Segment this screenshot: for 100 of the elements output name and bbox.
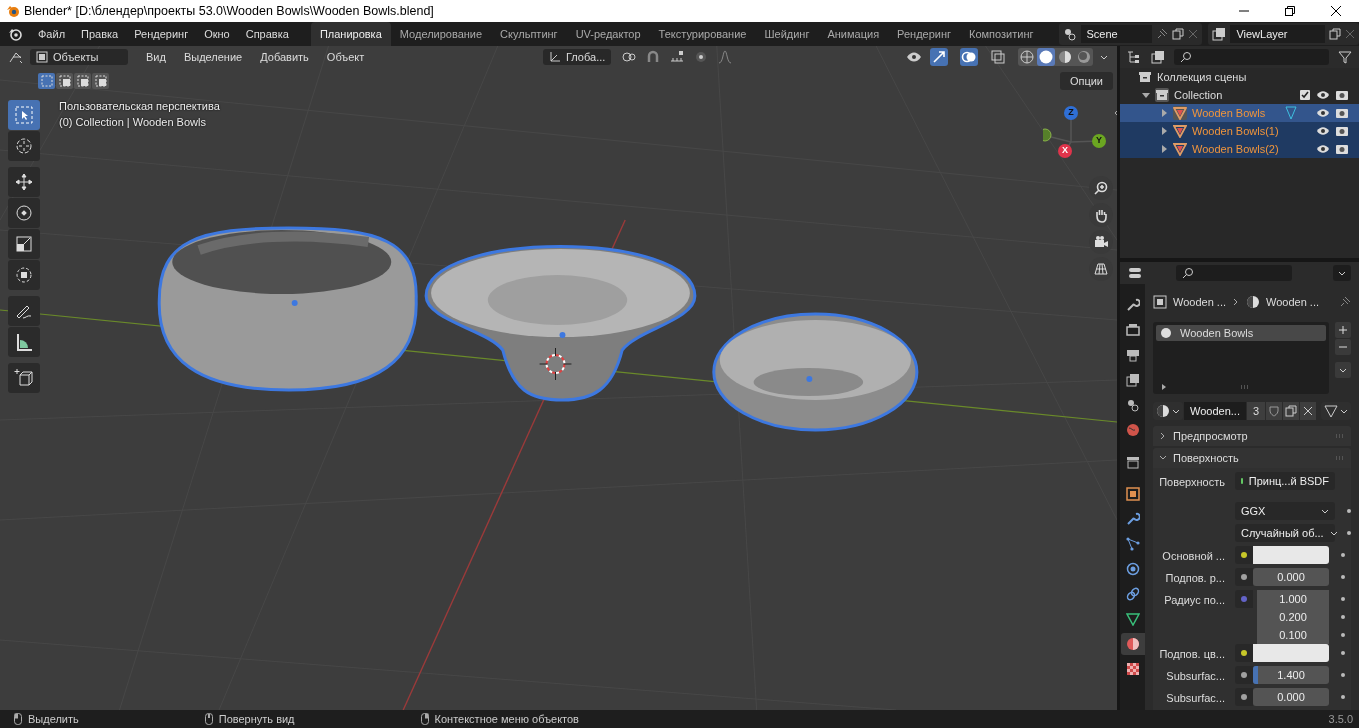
select-mode-button[interactable] (92, 73, 109, 89)
keyframe-dot[interactable] (1341, 695, 1345, 699)
eye-icon[interactable] (1316, 88, 1330, 102)
keyframe-dot[interactable] (1341, 615, 1345, 619)
workspace-tab[interactable]: Моделирование (390, 22, 492, 46)
expand-arrow-icon[interactable] (1142, 91, 1150, 99)
pin-icon[interactable] (1339, 296, 1351, 308)
select-mode-button[interactable] (74, 73, 91, 89)
slot-menu-button[interactable] (1335, 362, 1351, 378)
duplicate-icon[interactable] (1172, 28, 1185, 40)
menu-item[interactable]: Окно (196, 28, 238, 40)
falloff-icon[interactable] (717, 49, 734, 65)
eye-icon[interactable] (1316, 142, 1330, 156)
filter-icon[interactable] (1337, 49, 1353, 65)
editor-type-icon[interactable] (1126, 49, 1142, 65)
panel-header[interactable]: Поверхность (1153, 448, 1351, 468)
duplicate-button[interactable] (1283, 402, 1300, 420)
shader-field[interactable]: Принц...й BSDF (1235, 472, 1335, 490)
add-slot-button[interactable] (1335, 322, 1351, 338)
tool-button[interactable] (8, 198, 40, 228)
overlay-toggle-icon[interactable] (960, 48, 978, 66)
scene-icon[interactable] (1062, 27, 1077, 41)
outliner-label[interactable]: Коллекция сцены (1157, 71, 1247, 83)
workspace-tab[interactable]: Рендеринг (888, 22, 961, 46)
pin-icon[interactable] (1156, 28, 1169, 40)
eye-icon[interactable] (1316, 124, 1330, 138)
view-layer-field[interactable]: ViewLayer (1230, 25, 1325, 43)
close-icon[interactable] (1188, 29, 1199, 39)
keyframe-dot[interactable] (1341, 633, 1345, 637)
workspace-tab[interactable]: Планировка (310, 22, 391, 46)
keyframe-dot[interactable] (1341, 597, 1345, 601)
rendered-shading-icon[interactable] (1075, 48, 1093, 66)
material-browse-button[interactable] (1153, 402, 1183, 420)
material-slot[interactable]: Wooden Bowls (1156, 325, 1326, 341)
keyframe-dot[interactable] (1341, 575, 1345, 579)
expand-arrow-icon[interactable] (1160, 109, 1168, 117)
viewport-scene[interactable] (0, 46, 1117, 710)
material-name-field[interactable]: Wooden... (1184, 402, 1246, 420)
menu-item[interactable]: Правка (73, 28, 127, 40)
duplicate-icon[interactable] (1329, 28, 1341, 40)
color-swatch[interactable] (1253, 546, 1329, 564)
menu-item[interactable]: Рендеринг (126, 28, 197, 40)
workspace-tab[interactable]: UV-редактор (566, 22, 650, 46)
tool-button[interactable] (8, 167, 40, 197)
outliner-label[interactable]: Collection (1174, 89, 1223, 101)
number-field[interactable]: 0.000 (1253, 688, 1329, 706)
color-swatch[interactable] (1253, 644, 1329, 662)
dropdown-field[interactable]: Случайный об... (1235, 524, 1335, 542)
search-field[interactable] (1176, 265, 1292, 281)
scene-field[interactable]: Scene (1080, 25, 1153, 43)
wireframe-shading-icon[interactable] (1018, 48, 1036, 66)
bowl-drawing[interactable] (157, 226, 418, 392)
user-count[interactable]: 3 (1247, 402, 1266, 420)
selected-row[interactable]: Wooden Bowls(2) (1120, 140, 1359, 158)
number-field[interactable]: 0.100 (1257, 626, 1329, 644)
workspace-tab[interactable]: Скульптинг (491, 22, 567, 46)
keyframe-dot[interactable] (1341, 553, 1345, 557)
menu-item[interactable]: Файл (30, 28, 74, 40)
display-mode-icon[interactable] (1150, 49, 1166, 65)
outliner-label[interactable]: Wooden Bowls(1) (1192, 125, 1279, 137)
tool-button[interactable] (8, 260, 40, 290)
outliner-label[interactable]: Wooden Bowls(2) (1192, 143, 1279, 155)
number-field[interactable]: 1.000 (1257, 590, 1329, 608)
fake-user-button[interactable] (1266, 402, 1283, 420)
unlink-button[interactable] (1300, 402, 1317, 420)
viewport-menu[interactable]: Вид (140, 51, 172, 63)
layers-icon[interactable] (1212, 27, 1227, 41)
blender-logo-icon[interactable] (8, 27, 22, 41)
workspace-tab[interactable]: Шейдинг (755, 22, 819, 46)
slider-field[interactable]: 1.400 (1253, 666, 1329, 684)
dropdown-field[interactable]: GGX (1235, 502, 1335, 520)
number-field[interactable]: 0.200 (1257, 608, 1329, 626)
keyframe-dot[interactable] (1347, 509, 1351, 513)
material-shading-icon[interactable] (1056, 48, 1074, 66)
node-link-button[interactable] (1321, 402, 1351, 420)
select-mode-button[interactable] (56, 73, 73, 89)
bowl-drawing[interactable] (712, 312, 919, 432)
workspace-tab[interactable]: Текстурирование (649, 22, 756, 46)
camera-icon[interactable] (1335, 88, 1349, 102)
eye-icon[interactable] (1316, 106, 1330, 120)
number-field[interactable]: 0.000 (1253, 568, 1329, 586)
navigation-gizmo[interactable]: Z Y X (1043, 102, 1113, 162)
workspace-tab[interactable]: Анимация (818, 22, 889, 46)
panel-header[interactable]: Предпросмотр (1153, 426, 1351, 446)
keyframe-dot[interactable] (1347, 531, 1351, 535)
solid-shading-icon[interactable] (1037, 48, 1055, 66)
close-icon[interactable] (1345, 29, 1355, 39)
expand-arrow-icon[interactable] (1160, 127, 1168, 135)
checkbox-icon[interactable] (1299, 89, 1311, 101)
remove-slot-button[interactable] (1335, 339, 1351, 355)
camera-icon[interactable] (1335, 106, 1349, 120)
dropdown-button[interactable] (1333, 265, 1351, 281)
camera-icon[interactable] (1335, 124, 1349, 138)
tool-button[interactable] (8, 296, 40, 326)
camera-icon[interactable] (1335, 142, 1349, 156)
expand-arrow-icon[interactable] (1160, 383, 1168, 391)
mode-dropdown[interactable]: Объекты (30, 49, 128, 65)
menu-item[interactable]: Справка (237, 28, 297, 40)
properties-tab[interactable] (1120, 633, 1145, 655)
tool-button[interactable] (8, 327, 40, 357)
